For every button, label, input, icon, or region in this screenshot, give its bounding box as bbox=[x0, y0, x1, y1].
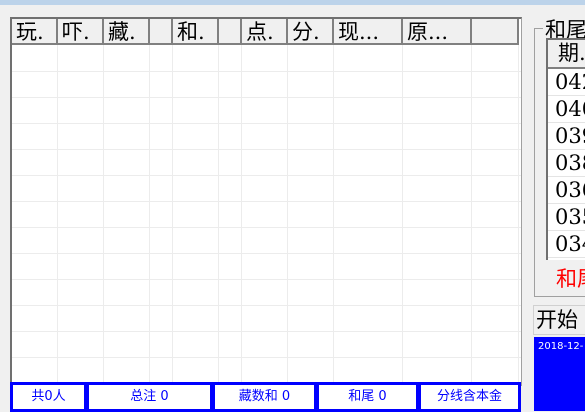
grid-line bbox=[12, 175, 521, 176]
grid-line bbox=[287, 45, 288, 385]
start-button[interactable]: 开始 bbox=[533, 305, 585, 335]
list-item[interactable]: 035 bbox=[548, 204, 585, 231]
grid-line bbox=[149, 45, 150, 385]
column-header[interactable] bbox=[472, 19, 519, 45]
grid-line bbox=[241, 45, 242, 385]
stat-box: 和尾 0 bbox=[316, 382, 419, 412]
grid-line bbox=[12, 97, 521, 98]
list-item[interactable]: 036 bbox=[548, 177, 585, 204]
column-header[interactable]: 点. bbox=[242, 19, 288, 45]
list-item[interactable]: 033 bbox=[548, 258, 585, 260]
list-item[interactable]: 034 bbox=[548, 231, 585, 258]
stat-box: 总注 0 bbox=[86, 382, 213, 412]
list-item[interactable]: 039 bbox=[548, 123, 585, 150]
grid-line bbox=[57, 45, 58, 385]
grid-line bbox=[172, 45, 173, 385]
list-item[interactable]: 038 bbox=[548, 150, 585, 177]
grid-line bbox=[333, 45, 334, 385]
grid-line bbox=[12, 305, 521, 306]
grid-line bbox=[12, 331, 521, 332]
title-bar bbox=[0, 0, 585, 5]
grid-line bbox=[12, 279, 521, 280]
grid-line bbox=[12, 253, 521, 254]
grid-line bbox=[218, 45, 219, 385]
grid-line bbox=[12, 123, 521, 124]
column-header[interactable]: 吓. bbox=[58, 19, 104, 45]
column-header[interactable]: 分. bbox=[288, 19, 334, 45]
list-header[interactable]: 期. bbox=[548, 40, 585, 69]
column-header[interactable]: 藏. bbox=[104, 19, 150, 45]
grid-line bbox=[471, 45, 472, 385]
stat-box: 共0人 bbox=[10, 382, 87, 412]
data-grid[interactable]: 玩. 吓. 藏. 和. 点. 分. 现... 原... bbox=[10, 17, 522, 386]
column-header[interactable] bbox=[219, 19, 242, 45]
red-label: 和尾 bbox=[556, 267, 585, 291]
column-header[interactable]: 和. bbox=[173, 19, 219, 45]
grid-line bbox=[12, 227, 521, 228]
grid-line bbox=[12, 357, 521, 358]
stat-box: 分线含本金 bbox=[418, 382, 521, 412]
grid-line bbox=[103, 45, 104, 385]
period-list[interactable]: 期. 042040039038036035034033 bbox=[546, 38, 585, 260]
grid-line bbox=[518, 45, 519, 385]
grid-line bbox=[12, 71, 521, 72]
list-item[interactable]: 042 bbox=[548, 69, 585, 96]
column-header[interactable] bbox=[150, 19, 173, 45]
grid-line bbox=[12, 201, 521, 202]
grid-line bbox=[402, 45, 403, 385]
list-item[interactable]: 040 bbox=[548, 96, 585, 123]
stat-box: 藏数和 0 bbox=[212, 382, 317, 412]
column-header[interactable]: 玩. bbox=[12, 19, 58, 45]
grid-line bbox=[12, 149, 521, 150]
column-header[interactable]: 原... bbox=[403, 19, 472, 45]
column-header[interactable]: 现... bbox=[334, 19, 403, 45]
